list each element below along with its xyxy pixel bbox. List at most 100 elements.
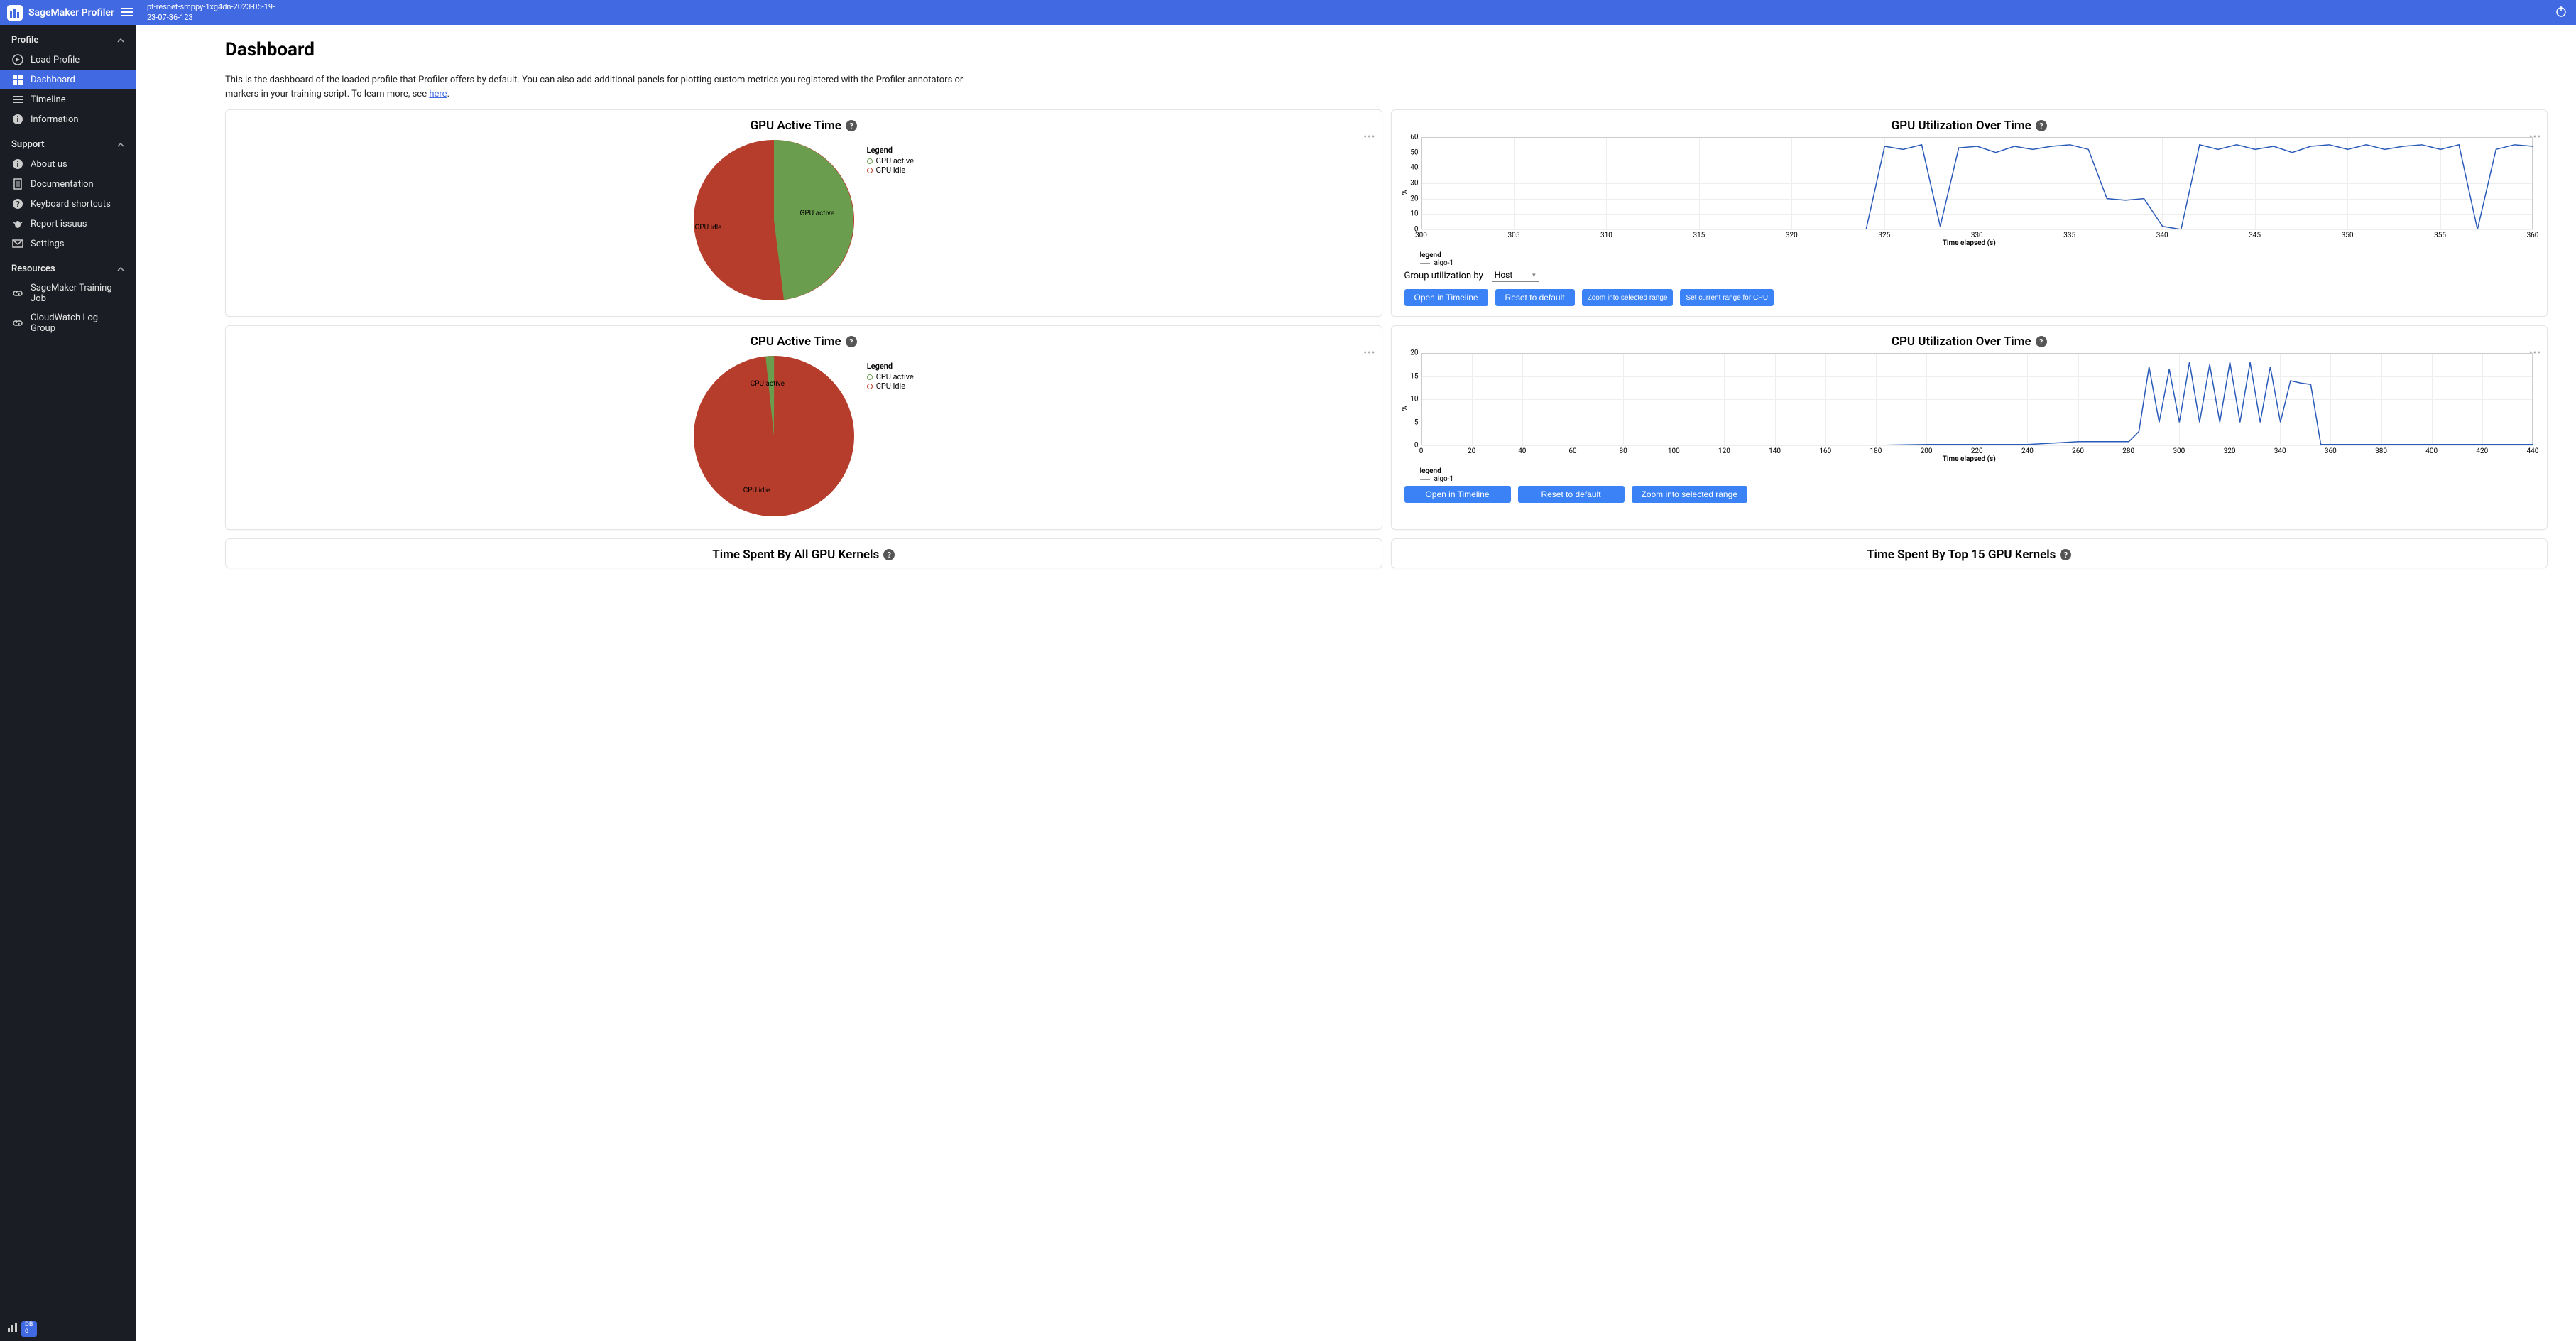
sidebar-section-profile[interactable]: Profile [0,25,136,50]
power-icon[interactable] [2555,5,2567,21]
x-tick-label: 180 [1870,447,1882,455]
panel-title-text: GPU Active Time [751,119,841,133]
y-tick-label: 50 [1403,148,1419,156]
legend-title: Legend [867,146,914,155]
legend-item: CPU active [876,372,914,381]
set-cpu-range-button[interactable]: Set current range for CPU [1680,289,1774,306]
learn-more-link[interactable]: here [429,89,447,99]
y-tick-label: 20 [1403,349,1419,357]
x-tick-label: 160 [1819,447,1831,455]
legend-swatch-icon [867,168,873,173]
y-tick-label: 0 [1403,226,1419,234]
sidebar-section-resources[interactable]: Resources [0,254,136,278]
x-tick-label: 310 [1600,232,1612,239]
sidebar-section-title: Support [11,139,45,150]
panel-title-text: Time Spent By All GPU Kernels [712,548,879,562]
help-icon[interactable]: ? [846,336,857,347]
chevron-up-icon [117,139,124,150]
x-tick-label: 340 [2156,232,2168,239]
zoom-range-button[interactable]: Zoom into selected range [1582,289,1674,306]
y-axis-label: % [1402,406,1409,411]
x-tick-label: 345 [2249,232,2261,239]
sidebar-item-dashboard[interactable]: Dashboard [0,70,136,89]
sidebar-item-training-job[interactable]: SageMaker Training Job [0,278,136,308]
badge-bottom: 0 [25,1329,33,1336]
zoom-range-button[interactable]: Zoom into selected range [1632,486,1747,503]
open-timeline-button[interactable]: Open in Timeline [1404,486,1511,503]
pie-label-idle: GPU idle [695,224,722,232]
help-icon[interactable]: ? [2036,120,2047,131]
panel-gpu-util: GPU Utilization Over Time ? ••• % 300305… [1391,109,2548,317]
open-timeline-button[interactable]: Open in Timeline [1404,289,1488,306]
panel-gpu-active: GPU Active Time ? ••• GPU active GPU idl… [225,109,1382,317]
panel-title: CPU Active Time ? [236,335,1372,349]
job-path-line2: 23-07-36-123 [147,13,275,23]
sidebar-section-title: Profile [11,35,38,45]
sidebar-item-label: Load Profile [31,55,80,65]
db-badge[interactable]: DB 0 [21,1321,37,1337]
y-tick-label: 10 [1403,396,1419,403]
x-tick-label: 140 [1769,447,1781,455]
sidebar-item-label: About us [31,159,67,170]
x-tick-label: 355 [2434,232,2446,239]
job-path-line1: pt-resnet-smppy-1xg4dn-2023-05-19- [147,2,275,12]
x-tick-label: 0 [1419,447,1424,455]
x-tick-label: 20 [1468,447,1475,455]
sidebar-item-report[interactable]: Report issuus [0,214,136,234]
help-icon[interactable]: ? [883,549,895,560]
chevron-down-icon: ▼ [1531,272,1537,278]
reset-default-button[interactable]: Reset to default [1495,289,1575,306]
x-tick-label: 220 [1971,447,1983,455]
sidebar-item-load-profile[interactable]: Load Profile [0,50,136,70]
x-tick-label: 120 [1718,447,1730,455]
info-icon: i [12,114,23,125]
help-icon[interactable]: ? [2036,336,2047,347]
x-tick-label: 100 [1668,447,1680,455]
sidebar-item-information[interactable]: i Information [0,109,136,129]
panel-title-text: Time Spent By Top 15 GPU Kernels [1867,548,2056,562]
gpu-line-chart[interactable]: 3003053103153203253303353403453503553600… [1421,137,2533,229]
sidebar-item-about[interactable]: i About us [0,154,136,174]
y-tick-label: 10 [1403,210,1419,218]
chevron-up-icon [117,264,124,274]
link-icon [12,317,23,329]
y-tick-label: 60 [1403,134,1419,141]
y-tick-label: 15 [1403,372,1419,380]
legend-title: legend [1420,251,2538,259]
sidebar-item-documentation[interactable]: Documentation [0,174,136,194]
chart-legend: legend algo-1 [1420,251,2538,267]
panel-gpu-kernels: Time Spent By All GPU Kernels ? [225,538,1382,568]
dashboard-icon [12,74,23,85]
panel-menu-icon[interactable]: ••• [1363,131,1375,143]
x-tick-label: 350 [2342,232,2354,239]
cpu-line-chart[interactable]: 0204060801001201401601802002202402602803… [1421,353,2533,445]
app-header: SageMaker Profiler pt-resnet-smppy-1xg4d… [0,0,2576,25]
group-by-select[interactable]: Host ▼ [1492,270,1539,282]
help-icon[interactable]: ? [846,120,857,131]
x-axis-label: Time elapsed (s) [1402,239,2538,247]
sidebar-item-settings[interactable]: Settings [0,234,136,254]
panel-cpu-active: CPU Active Time ? ••• CPU active CPU idl… [225,325,1382,530]
chart-legend: legend algo-1 [1420,467,2538,483]
menu-icon[interactable] [121,6,133,19]
x-tick-label: 305 [1508,232,1520,239]
help-icon[interactable]: ? [2060,549,2071,560]
chart-icon[interactable] [7,1323,17,1335]
x-tick-label: 420 [2476,447,2488,455]
reset-default-button[interactable]: Reset to default [1518,486,1625,503]
panel-menu-icon[interactable]: ••• [1363,347,1375,359]
svg-text:i: i [17,115,19,124]
sidebar-section-support[interactable]: Support [0,129,136,154]
sidebar-item-label: CloudWatch Log Group [31,313,124,334]
x-tick-label: 380 [2375,447,2387,455]
main-content: Dashboard This is the dashboard of the l… [136,25,2576,1341]
sidebar-item-timeline[interactable]: Timeline [0,89,136,109]
pie-label-idle: CPU idle [743,487,770,494]
sidebar-item-keyboard[interactable]: ? Keyboard shortcuts [0,194,136,214]
x-tick-label: 280 [2122,447,2134,455]
info-icon: i [12,158,23,170]
sidebar-item-cloudwatch[interactable]: CloudWatch Log Group [0,308,136,338]
panel-title: GPU Utilization Over Time ? [1402,119,2538,133]
sidebar-item-label: Information [31,114,79,125]
legend-item: GPU idle [876,165,906,175]
